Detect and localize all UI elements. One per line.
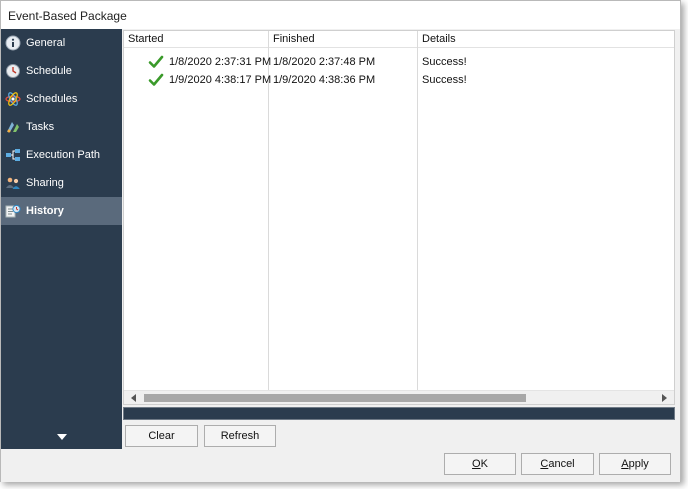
cancel-button[interactable]: Cancel [521, 453, 594, 475]
cell-started: 1/8/2020 2:37:31 PM [169, 56, 272, 68]
apply-mnemonic: A [621, 458, 629, 470]
column-header-finished[interactable]: Finished [269, 31, 315, 48]
check-icon [148, 55, 164, 68]
sidebar-item-execution-path[interactable]: Execution Path [1, 141, 122, 169]
users-icon [5, 175, 21, 191]
column-header-started[interactable]: Started [124, 31, 163, 48]
cancel-label-rest: ancel [548, 458, 575, 470]
scrollbar-thumb[interactable] [144, 394, 526, 402]
cell-finished: 1/8/2020 2:37:48 PM [273, 56, 376, 68]
cell-details: Success! [422, 56, 467, 68]
cell-finished: 1/9/2020 4:38:36 PM [273, 74, 376, 86]
sidebar-item-schedule[interactable]: Schedule [1, 57, 122, 85]
clock-icon [5, 63, 21, 79]
flow-icon [5, 147, 21, 163]
sidebar-item-tasks[interactable]: Tasks [1, 113, 122, 141]
cell-started: 1/9/2020 4:38:17 PM [169, 74, 272, 86]
title-bar: Event-Based Package [1, 1, 680, 29]
horizontal-scrollbar[interactable] [124, 390, 674, 404]
apply-button[interactable]: Apply [599, 453, 671, 475]
grid-header: Started Finished Details [124, 31, 674, 48]
sidebar-item-label: History [26, 205, 64, 217]
history-icon [5, 203, 21, 219]
ok-mnemonic: O [472, 458, 481, 470]
cancel-mnemonic: C [540, 458, 549, 470]
refresh-button[interactable]: Refresh [204, 425, 276, 447]
sidebar-item-label: Tasks [26, 121, 55, 133]
clear-button[interactable]: Clear [125, 425, 198, 447]
table-row[interactable]: 1/8/2020 2:37:31 PM 1/8/2020 2:37:48 PM … [124, 53, 674, 71]
sidebar-item-label: Schedule [26, 65, 72, 77]
tasks-icon [5, 119, 21, 135]
ok-button[interactable]: OK [444, 453, 516, 475]
sidebar-item-label: Sharing [26, 177, 64, 189]
history-grid[interactable]: Started Finished Details 1/8/2020 2:37:3… [123, 30, 675, 405]
sidebar-item-history[interactable]: History [1, 197, 122, 225]
check-icon [148, 73, 164, 86]
apply-label-rest: pply [628, 458, 649, 470]
table-row[interactable]: 1/9/2020 4:38:17 PM 1/9/2020 4:38:36 PM … [124, 71, 674, 89]
window-title: Event-Based Package [8, 9, 127, 23]
scroll-right-icon[interactable] [660, 394, 668, 402]
sidebar-item-general[interactable]: General [1, 29, 122, 57]
sidebar-item-label: Schedules [26, 93, 78, 105]
column-header-details[interactable]: Details [418, 31, 456, 48]
dialog-window: Event-Based Package General Schedule Sch… [0, 0, 681, 482]
scroll-left-icon[interactable] [130, 394, 138, 402]
progress-bar [123, 407, 675, 420]
sidebar-item-schedules[interactable]: Schedules [1, 85, 122, 113]
sidebar-item-label: General [26, 37, 66, 49]
sidebar-item-label: Execution Path [26, 149, 100, 161]
info-icon [5, 35, 21, 51]
sidebar: General Schedule Schedules Tasks Executi… [1, 29, 122, 449]
sidebar-item-sharing[interactable]: Sharing [1, 169, 122, 197]
atom-icon [5, 91, 21, 107]
sidebar-scroll-down-icon[interactable] [56, 433, 68, 441]
cell-details: Success! [422, 74, 467, 86]
ok-label-rest: K [480, 458, 488, 470]
